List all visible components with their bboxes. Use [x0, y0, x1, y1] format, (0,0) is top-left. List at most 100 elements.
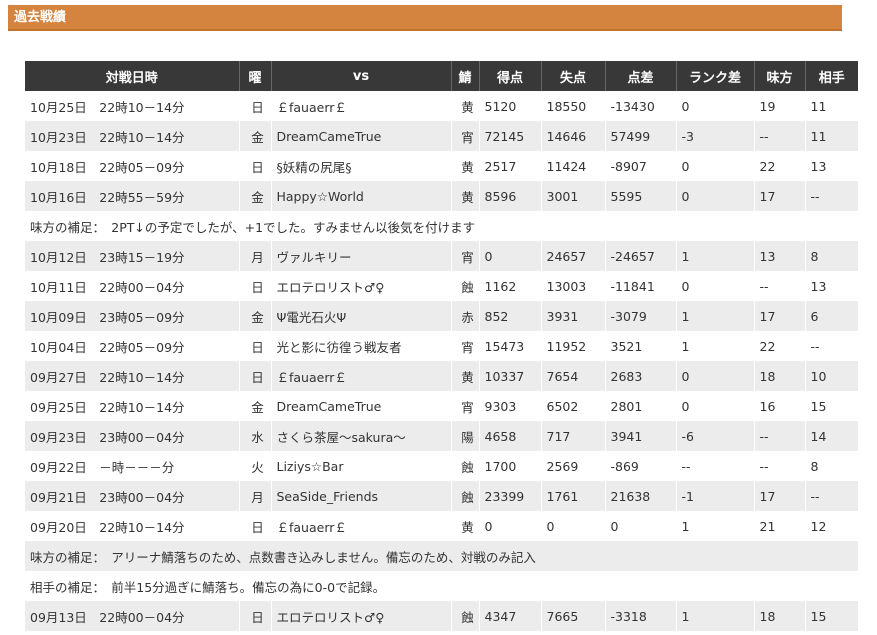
cell-score: 4347 — [478, 601, 541, 631]
cell-diff: -11841 — [604, 271, 676, 301]
cell-opponent-name: §妖精の尻尾§ — [270, 151, 451, 181]
cell-lost: 7665 — [540, 601, 605, 631]
cell-datetime: 09月27日 22時10－14分 — [25, 361, 239, 391]
cell-server: 赤 — [450, 301, 479, 331]
cell-ally-count: 17 — [753, 301, 805, 331]
table-row: 09月13日 22時00－04分日エロテロリスト♂♀ 蝕 4347 7665 -3318… — [25, 601, 858, 631]
cell-opponent-name: さくら茶屋～sakura～ — [270, 421, 451, 451]
cell-diff: 21638 — [604, 481, 676, 511]
cell-server: 宵 — [450, 121, 479, 151]
cell-day: 日 — [238, 601, 271, 631]
table-row: 09月25日 22時10－14分金 DreamCameTrue 宵 9303 6502 2… — [25, 391, 858, 421]
col-header-datetime: 対戦日時 — [25, 61, 239, 91]
cell-server: 宵 — [450, 241, 479, 271]
cell-rank-diff: 0 — [675, 181, 754, 211]
cell-ally-count: 22 — [753, 331, 805, 361]
table-row: 09月27日 22時10－14分日 ￡fauaerr￡ 黄 10337 7654 2683… — [25, 361, 858, 391]
cell-diff: -24657 — [604, 241, 676, 271]
cell-diff: -869 — [604, 451, 676, 481]
cell-server: 黄 — [450, 91, 479, 121]
cell-lost: 11952 — [540, 331, 605, 361]
cell-lost: 11424 — [540, 151, 605, 181]
cell-datetime: 10月12日 23時15－19分 — [25, 241, 239, 271]
cell-diff: -13430 — [604, 91, 676, 121]
cell-ally-count: -- — [753, 421, 805, 451]
table-row: 10月18日 22時05－09分日 §妖精の尻尾§ 黄 2517 11424 -8907 0… — [25, 151, 858, 181]
cell-day: 金 — [238, 391, 271, 421]
cell-ally-count: -- — [753, 271, 805, 301]
cell-ally-count: -- — [753, 121, 805, 151]
cell-ally-count: 19 — [753, 91, 805, 121]
cell-opponent-name: DreamCameTrue — [270, 121, 451, 151]
table-row: 10月16日 22時55－59分金 Happy☆World 黄 8596 3001 559… — [25, 181, 858, 211]
cell-datetime: 10月25日 22時10－14分 — [25, 91, 239, 121]
cell-day: 日 — [238, 91, 271, 121]
cell-diff: 57499 — [604, 121, 676, 151]
cell-diff: 2801 — [604, 391, 676, 421]
col-header-day: 曜 — [238, 61, 271, 91]
col-header-opponent: 相手 — [804, 61, 858, 91]
cell-lost: 3931 — [540, 301, 605, 331]
cell-server: 陽 — [450, 421, 479, 451]
cell-opponent-name: 光と影に彷徨う戦友者 — [270, 331, 451, 361]
cell-ally-count: 21 — [753, 511, 805, 541]
cell-day: 月 — [238, 481, 271, 511]
cell-score: 852 — [478, 301, 541, 331]
cell-day: 日 — [238, 271, 271, 301]
cell-opponent-count: 15 — [804, 601, 858, 631]
cell-opponent-name: エロテロリスト♂♀ — [270, 601, 451, 631]
cell-server: 黄 — [450, 511, 479, 541]
cell-opponent-count: 14 — [804, 421, 858, 451]
table-row: 10月04日 22時05－09分日光と影に彷徨う戦友者宵 15473 11952 35… — [25, 331, 858, 361]
col-header-score: 得点 — [478, 61, 541, 91]
cell-opponent-name: SeaSide_Friends — [270, 481, 451, 511]
cell-opponent-count: -- — [804, 181, 858, 211]
cell-opponent-name: ￡fauaerr￡ — [270, 361, 451, 391]
cell-datetime: 10月04日 22時05－09分 — [25, 331, 239, 361]
cell-datetime: 10月23日 22時10－14分 — [25, 121, 239, 151]
cell-datetime: 09月22日 －時－－－分 — [25, 451, 239, 481]
cell-ally-count: 18 — [753, 361, 805, 391]
cell-score: 8596 — [478, 181, 541, 211]
cell-opponent-count: -- — [804, 481, 858, 511]
table-row: 09月21日 23時00－04分月 SeaSide_Friends 蝕 23399 17… — [25, 481, 858, 511]
cell-diff: 3521 — [604, 331, 676, 361]
cell-day: 日 — [238, 361, 271, 391]
cell-datetime: 10月16日 22時55－59分 — [25, 181, 239, 211]
cell-score: 0 — [478, 511, 541, 541]
cell-datetime: 10月11日 22時00－04分 — [25, 271, 239, 301]
cell-score: 4658 — [478, 421, 541, 451]
cell-diff: 0 — [604, 511, 676, 541]
cell-diff: 3941 — [604, 421, 676, 451]
cell-lost: 3001 — [540, 181, 605, 211]
cell-opponent-count: 10 — [804, 361, 858, 391]
table-row: 10月09日 23時05－09分金 Ψ電光石火Ψ 赤 852 3931 -3079 1 17 6 — [25, 301, 858, 331]
cell-server: 蝕 — [450, 271, 479, 301]
cell-opponent-name: Happy☆World — [270, 181, 451, 211]
cell-rank-diff: 0 — [675, 91, 754, 121]
cell-datetime: 09月25日 22時10－14分 — [25, 391, 239, 421]
battle-history-table: 対戦日時 曜 vs 鯖 得点 失点 点差 ランク差 味方 相手 10月25日 2… — [25, 61, 858, 631]
col-header-server: 鯖 — [450, 61, 479, 91]
cell-score: 1700 — [478, 451, 541, 481]
cell-opponent-count: 8 — [804, 241, 858, 271]
cell-lost: 18550 — [540, 91, 605, 121]
section-title: 過去戦績 — [8, 5, 842, 31]
cell-day: 日 — [238, 151, 271, 181]
cell-score: 15473 — [478, 331, 541, 361]
cell-server: 宵 — [450, 391, 479, 421]
cell-day: 水 — [238, 421, 271, 451]
cell-rank-diff: 1 — [675, 331, 754, 361]
cell-day: 金 — [238, 121, 271, 151]
cell-score: 72145 — [478, 121, 541, 151]
table-row: 09月22日 －時－－－分火 Liziys☆Bar 蝕 1700 2569 -869 -- -… — [25, 451, 858, 481]
cell-rank-diff: 1 — [675, 511, 754, 541]
cell-opponent-name: ￡fauaerr￡ — [270, 91, 451, 121]
cell-lost: 0 — [540, 511, 605, 541]
cell-server: 蝕 — [450, 451, 479, 481]
col-header-ally: 味方 — [753, 61, 805, 91]
cell-server: 宵 — [450, 331, 479, 361]
cell-server: 蝕 — [450, 601, 479, 631]
cell-lost: 6502 — [540, 391, 605, 421]
cell-opponent-count: 15 — [804, 391, 858, 421]
